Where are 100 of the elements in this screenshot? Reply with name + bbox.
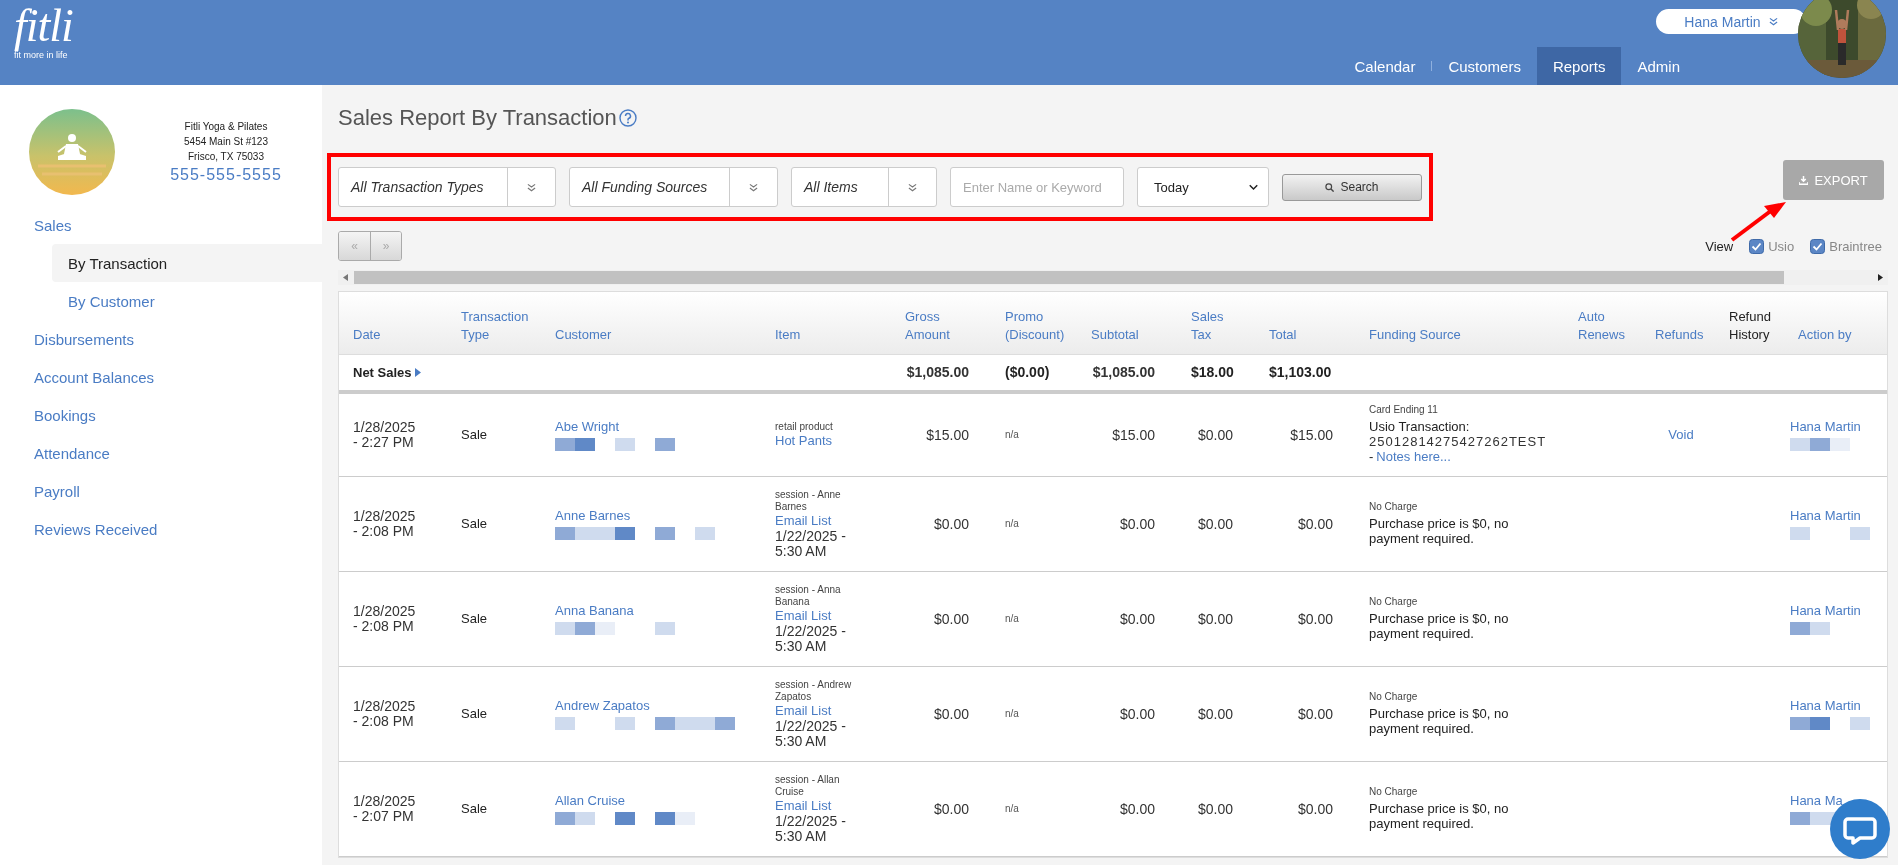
date-text: 1/28/2025 xyxy=(353,793,416,809)
period-select[interactable]: Today xyxy=(1137,167,1269,207)
nav-tab[interactable]: Admin xyxy=(1621,47,1696,85)
table-cell: $0.00 xyxy=(1077,666,1177,761)
table-cell: $0.00 xyxy=(1077,571,1177,666)
table-cell: $0.00 xyxy=(1255,476,1355,571)
item-link[interactable]: Hot Pants xyxy=(775,432,833,449)
table-cell: $0.00 xyxy=(891,761,991,856)
date-text: 1/28/2025 xyxy=(353,698,416,714)
table-cell: $0.00 xyxy=(1255,666,1355,761)
item-link[interactable]: Email List xyxy=(775,607,832,624)
sidebar-item[interactable]: Sales xyxy=(0,206,322,244)
item-date: 1/22/2025 - 5:30 AM xyxy=(775,623,847,654)
funding-text: Purchase price is $0, no payment required. xyxy=(1369,706,1510,736)
search-button[interactable]: Search xyxy=(1282,173,1422,201)
sidebar-item[interactable]: By Customer xyxy=(52,282,322,320)
chevron-down-icon xyxy=(749,182,758,192)
table-cell: $0.00 xyxy=(1255,571,1355,666)
help-icon[interactable] xyxy=(618,109,637,127)
customer-link[interactable]: Abe Wright xyxy=(555,418,620,435)
table-cell: $15.00 xyxy=(891,392,991,476)
notes-dash: - xyxy=(1369,449,1374,466)
table-cell: n/a xyxy=(991,392,1077,476)
keyword-field[interactable]: Enter Name or Keyword xyxy=(950,167,1124,207)
checkbox-label: Braintree xyxy=(1829,238,1882,254)
funding-text: Usio Transaction: xyxy=(1369,419,1470,435)
time-text: - 2:08 PM xyxy=(353,523,414,539)
item-date: 1/22/2025 - 5:30 AM xyxy=(775,528,847,559)
sidebar-item[interactable]: Account Balances xyxy=(0,358,322,396)
customer-link[interactable]: Anne Barnes xyxy=(555,507,631,524)
table-cell: ($0.00) xyxy=(991,354,1077,392)
table-cell: n/a xyxy=(991,476,1077,571)
table-cell: n/a xyxy=(991,666,1077,761)
customer-link[interactable]: Andrew Zapatos xyxy=(555,697,650,714)
user-link[interactable]: Hana Ma xyxy=(1790,792,1843,809)
sidebar-item[interactable]: Disbursements xyxy=(0,320,322,358)
funding-note: No Charge xyxy=(1369,596,1418,608)
chevron-down-icon xyxy=(908,182,917,192)
business-phone[interactable]: 555-555-5555 xyxy=(170,166,282,184)
table-cell: $1,085.00 xyxy=(891,354,991,392)
item-date: 1/22/2025 - 5:30 AM xyxy=(775,813,847,844)
table-cell: $1,085.00 xyxy=(1077,354,1177,392)
sidebar-item[interactable]: Reviews Received xyxy=(0,510,322,548)
user-link[interactable]: Hana Martin xyxy=(1790,418,1861,435)
filter-dropdown[interactable]: All Funding Sources xyxy=(569,167,778,207)
logo-wordmark[interactable]: fitli xyxy=(14,2,73,50)
user-link[interactable]: Hana Martin xyxy=(1790,507,1861,524)
table-cell: $1,103.00 xyxy=(1255,354,1355,392)
sidebar-item[interactable]: Payroll xyxy=(0,472,322,510)
notes-link[interactable]: Notes here... xyxy=(1376,449,1451,466)
filter-dropdown[interactable]: All Transaction Types xyxy=(338,167,556,207)
logo-tagline: fit more in life xyxy=(14,50,68,60)
time-text: - 2:27 PM xyxy=(353,434,414,450)
customer-link[interactable]: Anna Banana xyxy=(555,602,634,619)
table-cell: $0.00 xyxy=(891,476,991,571)
date-text: 1/28/2025 xyxy=(353,508,416,524)
item-link[interactable]: Email List xyxy=(775,797,832,814)
sidebar-item[interactable]: Attendance xyxy=(0,434,322,472)
chevron-down-icon xyxy=(527,182,536,192)
page-title: Sales Report By Transaction xyxy=(338,105,617,131)
table-cell: $0.00 xyxy=(1177,571,1255,666)
checkbox[interactable] xyxy=(1749,238,1765,254)
item-date: 1/22/2025 - 5:30 AM xyxy=(775,718,847,749)
table-cell: $0.00 xyxy=(1177,666,1255,761)
filter-dropdown[interactable]: All Items xyxy=(791,167,937,207)
table-cell: $15.00 xyxy=(1255,392,1355,476)
caret-right-icon xyxy=(414,368,421,378)
item-link[interactable]: Email List xyxy=(775,512,832,529)
nav-tab[interactable]: Calendar xyxy=(1338,47,1432,85)
table-cell: Sale xyxy=(447,392,541,476)
user-link[interactable]: Hana Martin xyxy=(1790,602,1861,619)
business-city: Frisco, TX 75033 xyxy=(188,150,264,164)
download-icon xyxy=(1799,175,1809,185)
redaction-mosaic xyxy=(1790,621,1830,635)
user-link[interactable]: Hana Martin xyxy=(1790,697,1861,714)
nav-tab[interactable]: Reports xyxy=(1536,47,1622,85)
table-cell: $0.00 xyxy=(891,571,991,666)
nav-tab[interactable]: Customers xyxy=(1432,47,1537,85)
void-link[interactable]: Void xyxy=(1668,426,1694,442)
sidebar-item[interactable]: By Transaction xyxy=(52,244,322,282)
funding-text: Purchase price is $0, no payment required. xyxy=(1369,801,1510,831)
table-cell: $18.00 xyxy=(1177,354,1255,392)
item-link[interactable]: Email List xyxy=(775,702,832,719)
redaction-mosaic xyxy=(1790,437,1850,451)
funding-note: No Charge xyxy=(1369,501,1418,513)
funding-text: Purchase price is $0, no payment required. xyxy=(1369,516,1510,546)
funding-note: Card Ending 11 xyxy=(1369,404,1438,417)
net-sales-toggle[interactable]: Net Sales xyxy=(353,365,421,381)
time-text: - 2:07 PM xyxy=(353,808,414,824)
table-cell: Sale xyxy=(447,476,541,571)
search-icon xyxy=(1325,182,1335,192)
customer-link[interactable]: Allan Cruise xyxy=(555,792,626,809)
table-cell: $0.00 xyxy=(891,666,991,761)
sidebar-item[interactable]: Bookings xyxy=(0,396,322,434)
time-text: - 2:08 PM xyxy=(353,618,414,634)
checkbox[interactable] xyxy=(1810,238,1826,254)
item-category: session - Anna Banana xyxy=(775,583,842,608)
transaction-id: 25012814275427262TEST xyxy=(1369,434,1547,450)
checkbox-label: Usio xyxy=(1768,238,1795,254)
table-cell: $0.00 xyxy=(1255,761,1355,856)
